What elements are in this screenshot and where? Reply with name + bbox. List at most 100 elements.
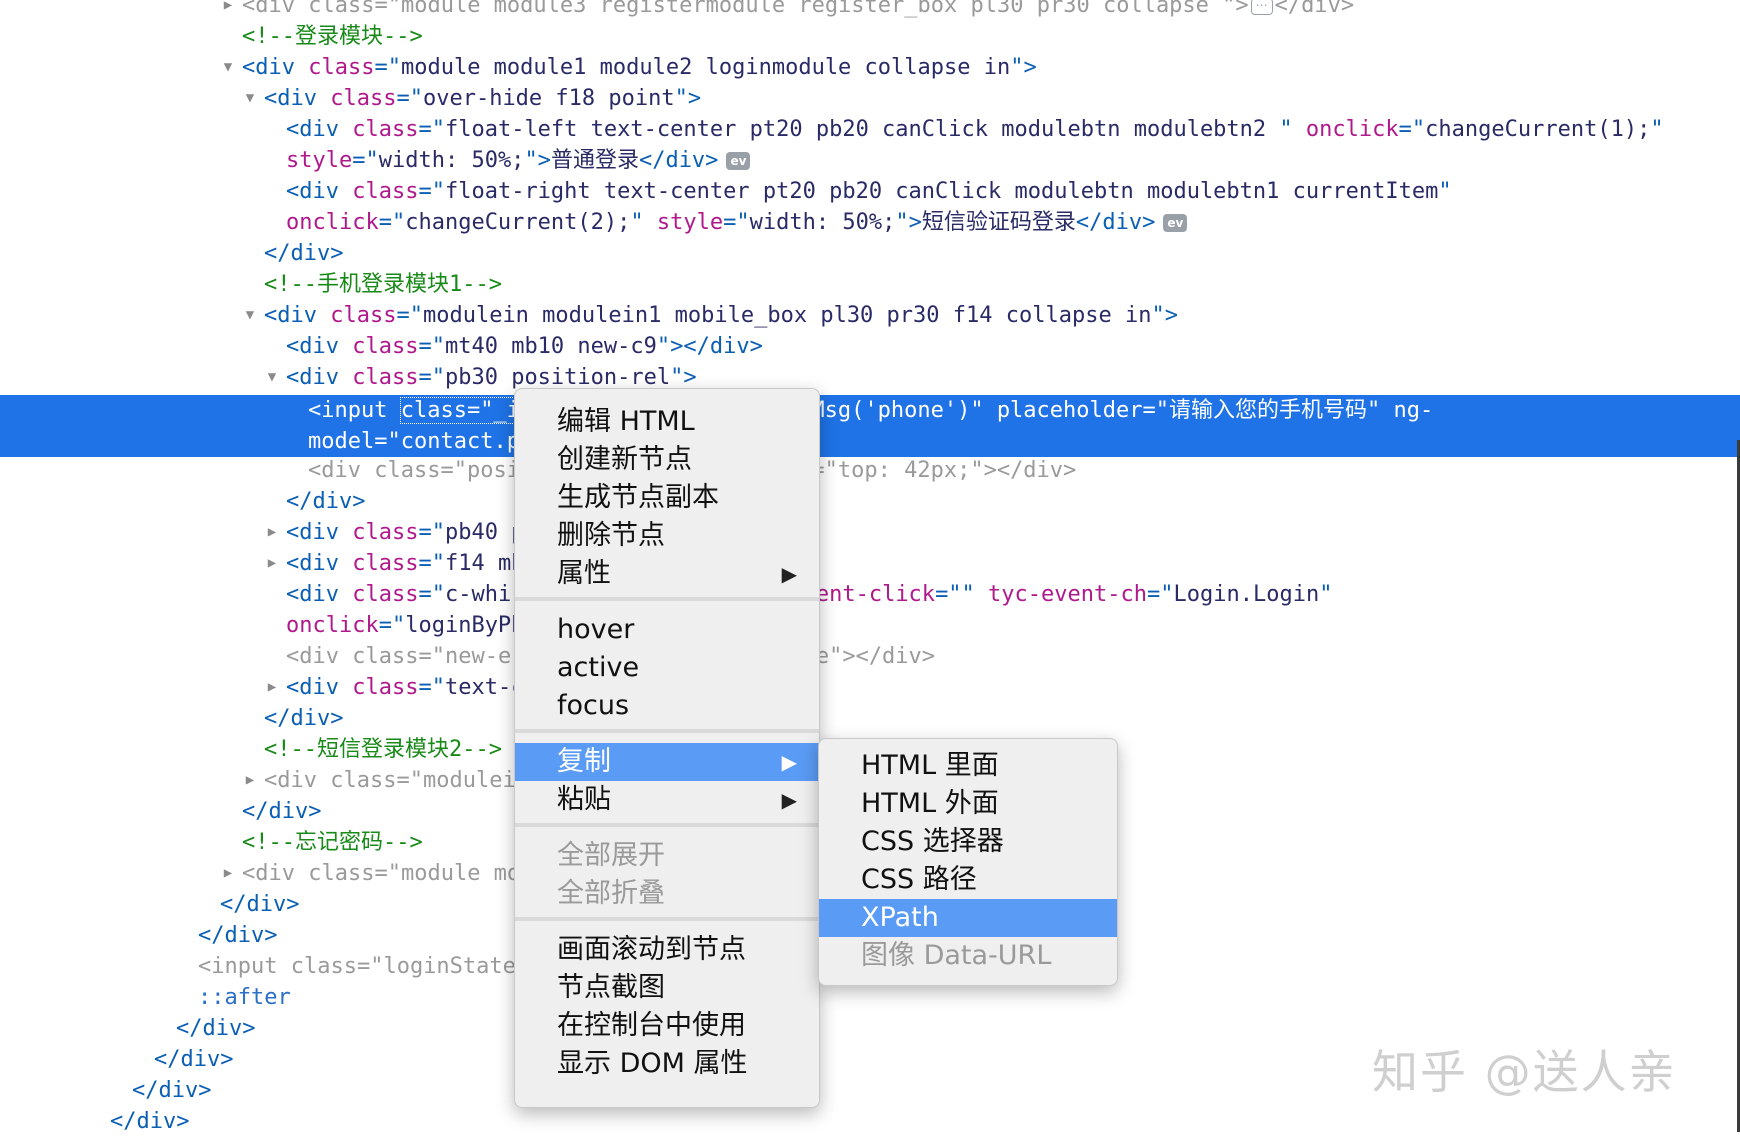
menu-separator — [515, 597, 819, 601]
menu-separator — [515, 823, 819, 827]
code-attr: class — [352, 675, 419, 700]
code-attr: class — [330, 768, 397, 793]
expand-triangle-icon[interactable]: ▶ — [220, 858, 236, 889]
menu-item[interactable]: 节点截图 — [515, 969, 819, 1007]
code-tag: =" — [374, 55, 401, 80]
code-attr: ng- — [1393, 398, 1434, 423]
code-tag: <div — [264, 86, 331, 111]
code-tag: " — [1650, 117, 1664, 142]
submenu-arrow-icon: ▶ — [781, 562, 797, 586]
code-attr: class — [374, 458, 441, 483]
expand-triangle-icon[interactable]: ▶ — [220, 0, 236, 21]
menu-item-label: 属性 — [557, 558, 611, 589]
collapse-triangle-icon[interactable]: ▼ — [242, 83, 258, 114]
event-badge[interactable]: ev — [1163, 214, 1188, 232]
code-attr: style — [286, 148, 353, 173]
context-menu[interactable]: 编辑 HTML 创建新节点 生成节点副本 删除节点 属性 ▶ hover active focu… — [514, 388, 820, 1108]
menu-item[interactable]: active — [515, 649, 819, 687]
copy-submenu-item[interactable]: CSS 路径 — [819, 861, 1117, 899]
code-tag: " — [630, 210, 657, 235]
menu-item-label: 全部展开 — [557, 840, 665, 871]
menu-item-label: hover — [557, 614, 635, 645]
dom-line-content: style="width: 50%;">普通登录</div> ev — [286, 145, 751, 176]
code-tag: =" — [378, 210, 406, 235]
code-tag: =" — [352, 148, 379, 173]
code-val: float-left text-center pt20 pb20 canClic… — [444, 117, 1280, 142]
copy-submenu-item[interactable]: HTML 外面 — [819, 785, 1117, 823]
code-attr: class — [352, 334, 419, 359]
dom-line-content: </div> — [242, 796, 321, 827]
collapsed-content-ellipsis[interactable]: ⋯ — [1250, 0, 1273, 15]
menu-item-label: 粘贴 — [557, 784, 611, 815]
menu-item[interactable]: 生成节点副本 — [515, 479, 819, 517]
code-tag: </div> — [198, 923, 278, 948]
expand-triangle-icon[interactable]: ▶ — [242, 765, 258, 796]
collapse-triangle-icon[interactable]: ▼ — [264, 362, 280, 393]
code-tag: <div — [286, 365, 353, 390]
dom-line-content: <div class="over-hide f18 point"> — [264, 83, 701, 114]
code-tag: =" — [1147, 582, 1174, 607]
code-tag: "> — [670, 365, 697, 390]
menu-item[interactable]: 粘贴 ▶ — [515, 781, 819, 819]
code-tag: "> — [1151, 303, 1178, 328]
menu-item: 全部展开 — [515, 837, 819, 875]
menu-item-label: focus — [557, 690, 630, 721]
code-tag: </div> — [264, 706, 344, 731]
collapse-triangle-icon[interactable]: ▼ — [220, 52, 236, 83]
menu-item[interactable]: 删除节点 — [515, 517, 819, 555]
copy-submenu-item[interactable]: CSS 选择器 — [819, 823, 1117, 861]
menu-item[interactable]: 创建新节点 — [515, 441, 819, 479]
dom-line-content: </div> — [132, 1075, 211, 1106]
code-tag: =" — [418, 520, 445, 545]
code-tag: <div — [286, 644, 353, 669]
collapse-triangle-icon[interactable]: ▼ — [242, 300, 258, 331]
expand-triangle-icon[interactable]: ▶ — [264, 517, 280, 548]
code-tag: =" — [396, 768, 423, 793]
code-tag: </div> — [264, 241, 344, 266]
code-attr: class — [308, 861, 375, 886]
menu-item[interactable]: 显示 DOM 属性 — [515, 1045, 819, 1083]
menu-item[interactable]: 属性 ▶ — [515, 555, 819, 593]
menu-item-label: 编辑 HTML — [557, 406, 695, 437]
code-tag: </div> — [220, 892, 300, 917]
menu-item[interactable]: focus — [515, 687, 819, 725]
menu-item-label: 全部折叠 — [557, 878, 665, 909]
menu-item[interactable]: hover — [515, 611, 819, 649]
menu-item-label: CSS 选择器 — [861, 826, 1004, 857]
dom-line-content: </div> — [176, 1013, 255, 1044]
code-tag: =" — [418, 365, 445, 390]
menu-item[interactable]: 编辑 HTML — [515, 403, 819, 441]
copy-submenu-item[interactable]: HTML 里面 — [819, 747, 1117, 785]
expand-triangle-icon[interactable]: ▶ — [264, 548, 280, 579]
code-tag: </div> — [154, 1047, 234, 1072]
menu-item[interactable]: 复制 ▶ — [515, 743, 819, 781]
copy-submenu[interactable]: HTML 里面 HTML 外面 CSS 选择器 CSS 路径 XPath 图像 Data-… — [818, 738, 1118, 986]
code-tag: <div — [286, 179, 353, 204]
code-tag: =" — [418, 675, 445, 700]
menu-item[interactable]: 在控制台中使用 — [515, 1007, 819, 1045]
code-attr: class — [352, 644, 419, 669]
code-tag: =" — [418, 551, 445, 576]
watermark: 知乎 @送人亲 — [1372, 1045, 1677, 1099]
code-attr: class — [290, 954, 357, 979]
code-tag: </div> — [286, 489, 366, 514]
code-pseudo: ::after — [198, 985, 291, 1010]
menu-item[interactable]: 画面滚动到节点 — [515, 931, 819, 969]
code-tag: " — [1438, 179, 1452, 204]
code-tag: " — [970, 398, 997, 423]
code-val: changeCurrent(1); — [1425, 117, 1651, 142]
code-val: text-c — [444, 675, 525, 700]
copy-submenu-item[interactable]: XPath — [819, 899, 1117, 937]
dom-line-content: <!--手机登录模块1--> — [264, 269, 502, 300]
code-comment: <!--手机登录模块1--> — [264, 272, 502, 297]
code-attr: class — [330, 86, 397, 111]
dom-line-content: <!--短信登录模块2--> — [264, 734, 502, 765]
selected-dom-node[interactable]: <input class="_i phone" onfocus="clearMs… — [0, 395, 1740, 457]
dom-line-content: <div class="float-right text-center pt20… — [286, 176, 1452, 207]
code-val: over-hide f18 point — [422, 86, 675, 111]
event-badge[interactable]: ev — [726, 152, 751, 170]
code-val: f14 mb — [444, 551, 525, 576]
code-tag: =" — [374, 429, 401, 454]
expand-triangle-icon[interactable]: ▶ — [264, 672, 280, 703]
code-tag: "></div> — [656, 334, 763, 359]
